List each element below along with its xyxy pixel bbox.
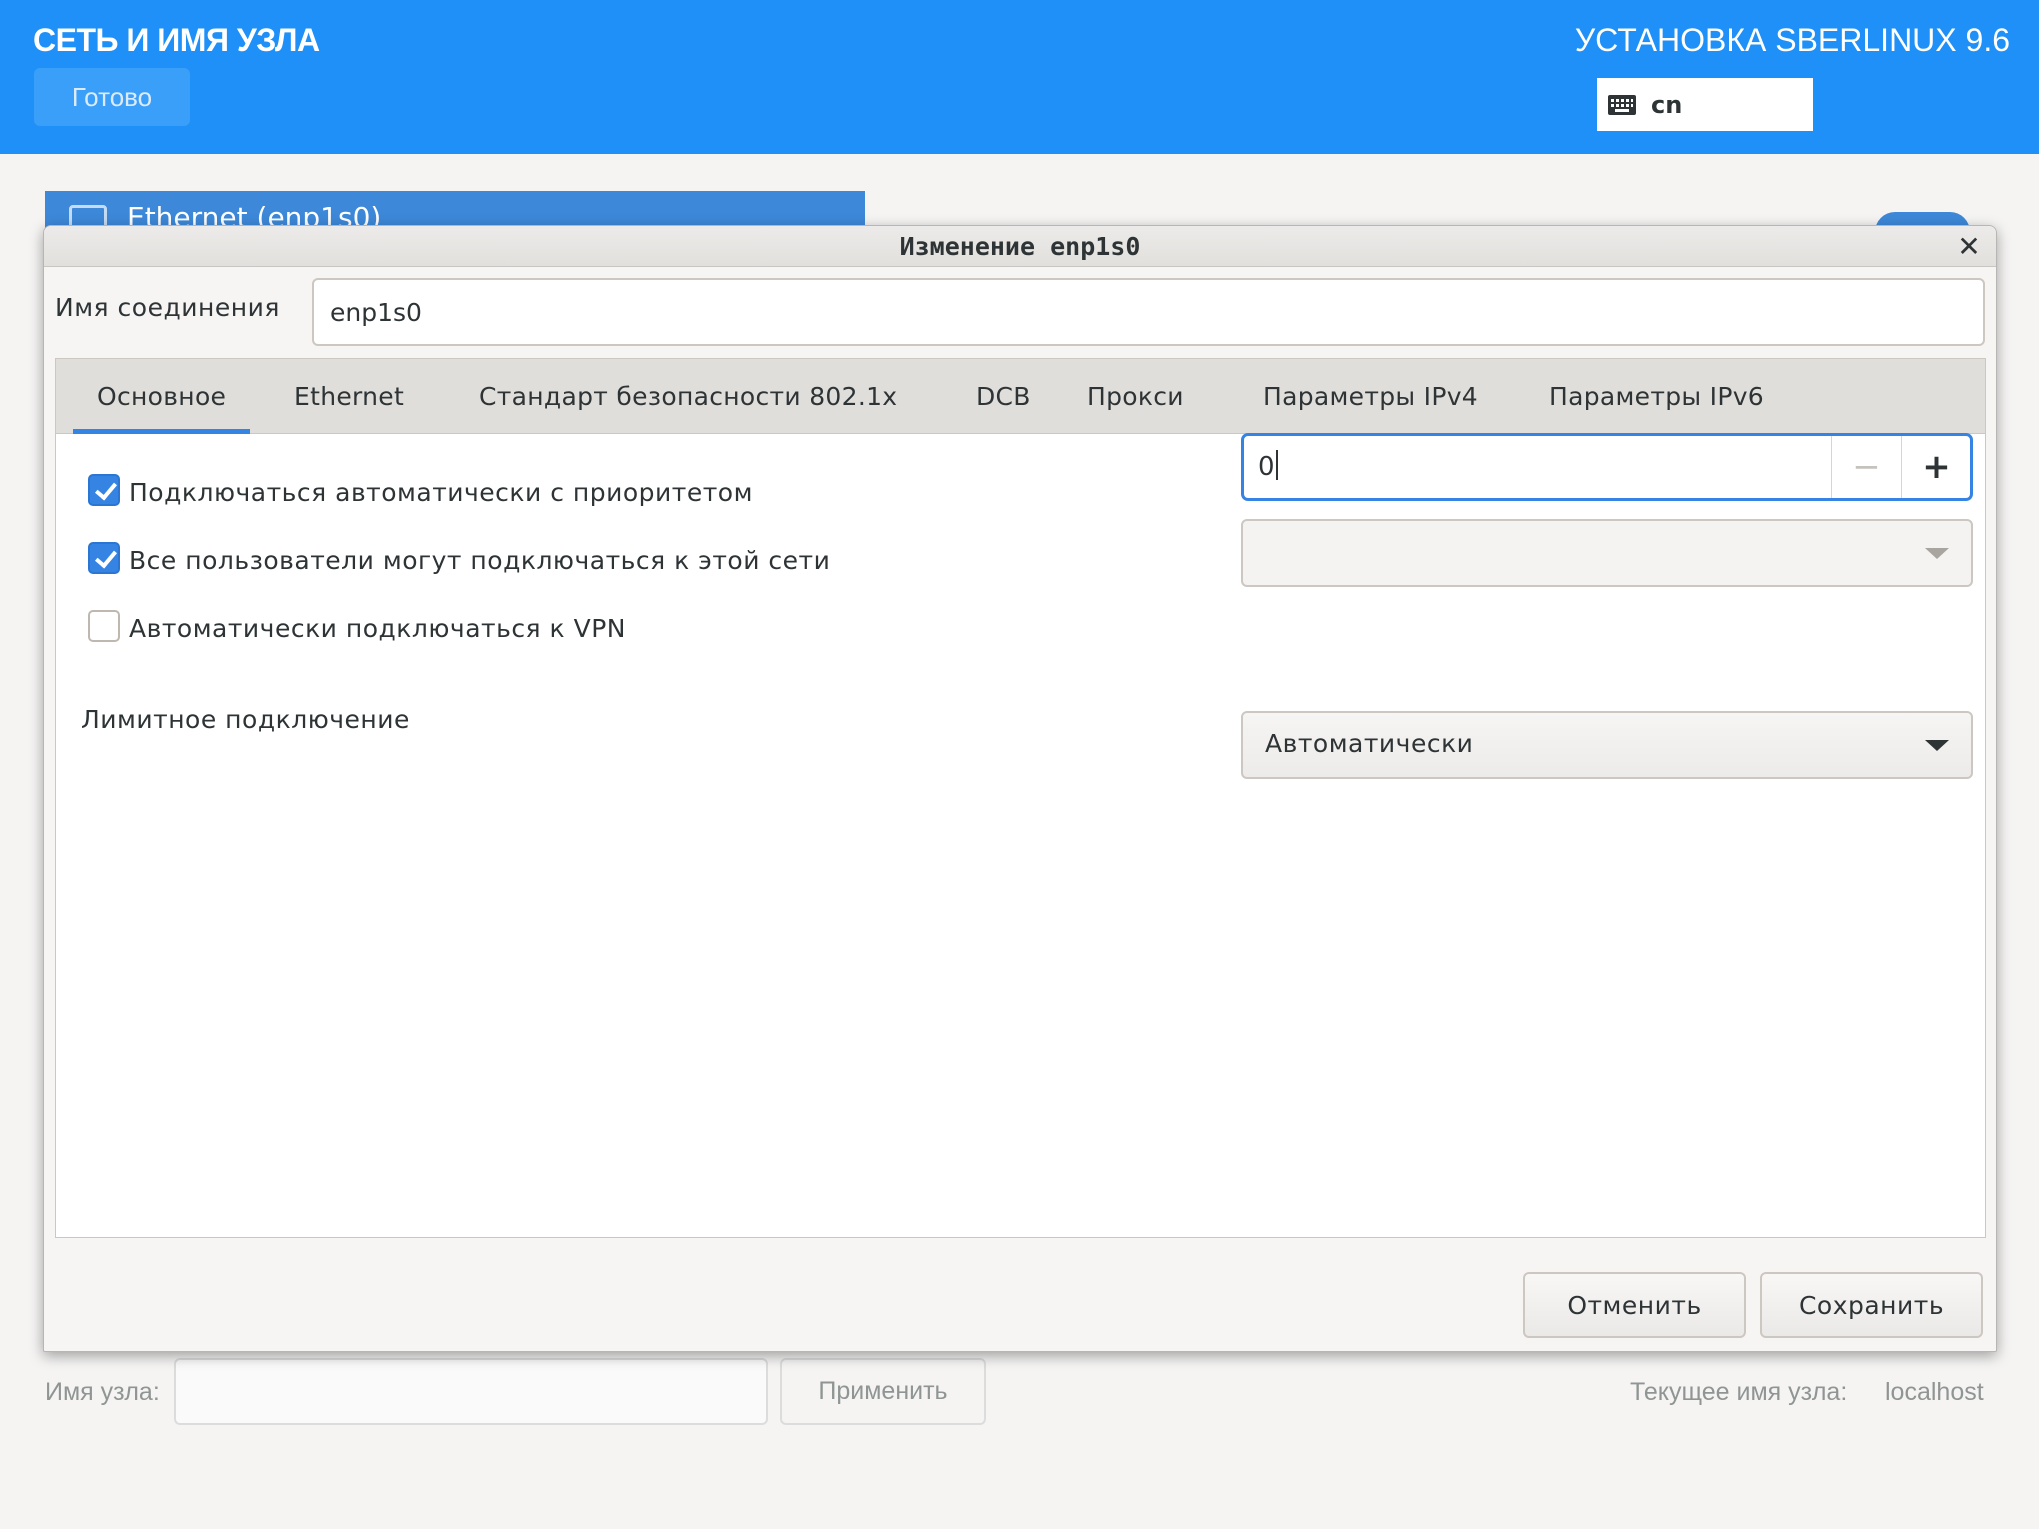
tab-ipv4-settings[interactable]: Параметры IPv4 <box>1263 359 1478 434</box>
keyboard-layout-indicator[interactable]: cn <box>1597 78 1813 131</box>
tab-8021x-security[interactable]: Стандарт безопасности 802.1x <box>479 359 897 434</box>
edit-connection-dialog: Изменение enp1s0 ✕ Имя соединения Основн… <box>43 225 1997 1352</box>
chevron-down-icon <box>1925 548 1949 559</box>
chevron-down-icon <box>1925 740 1949 751</box>
auto-vpn-checkbox[interactable] <box>88 610 120 642</box>
metered-connection-value: Автоматически <box>1265 729 1474 758</box>
cancel-button[interactable]: Отменить <box>1523 1272 1746 1338</box>
tab-ethernet[interactable]: Ethernet <box>294 359 404 434</box>
hostname-label: Имя узла: <box>45 1378 160 1406</box>
dialog-title: Изменение enp1s0 <box>899 232 1141 261</box>
save-button[interactable]: Сохранить <box>1760 1272 1983 1338</box>
apply-hostname-button[interactable]: Применить <box>780 1358 986 1425</box>
priority-spinbutton[interactable]: 0 − + <box>1241 433 1973 501</box>
settings-notebook: Основное Ethernet Стандарт безопасности … <box>55 358 1986 1238</box>
keyboard-layout-label: cn <box>1651 90 1683 119</box>
metered-connection-label: Лимитное подключение <box>81 705 410 734</box>
vpn-select[interactable] <box>1241 519 1973 587</box>
all-users-checkbox[interactable] <box>88 542 120 574</box>
priority-value[interactable]: 0 <box>1258 450 1278 482</box>
dialog-titlebar[interactable]: Изменение enp1s0 ✕ <box>44 226 1996 267</box>
metered-connection-select[interactable]: Автоматически <box>1241 711 1973 779</box>
connection-name-input[interactable] <box>312 278 1985 346</box>
tab-bar: Основное Ethernet Стандарт безопасности … <box>56 359 1985 434</box>
done-button[interactable]: Готово <box>34 68 190 126</box>
keyboard-icon <box>1608 94 1636 115</box>
tab-dcb[interactable]: DCB <box>976 359 1031 434</box>
tab-proxy[interactable]: Прокси <box>1087 359 1184 434</box>
installer-header: СЕТЬ И ИМЯ УЗЛА Готово УСТАНОВКА SBERLIN… <box>0 0 2039 154</box>
all-users-label: Все пользователи могут подключаться к эт… <box>129 546 831 575</box>
current-hostname-value: localhost <box>1885 1378 1984 1406</box>
product-title: УСТАНОВКА SBERLINUX 9.6 <box>1574 22 2010 58</box>
close-icon[interactable]: ✕ <box>1954 230 1984 263</box>
hostname-input[interactable] <box>174 1358 768 1425</box>
auto-connect-label: Подключаться автоматически с приоритетом <box>129 478 753 507</box>
connection-name-label: Имя соединения <box>55 293 280 322</box>
increment-icon[interactable]: + <box>1901 436 1971 498</box>
page-title: СЕТЬ И ИМЯ УЗЛА <box>33 22 320 58</box>
tab-ipv6-settings[interactable]: Параметры IPv6 <box>1549 359 1764 434</box>
decrement-icon[interactable]: − <box>1831 436 1901 498</box>
tab-general[interactable]: Основное <box>72 359 251 434</box>
auto-vpn-label: Автоматически подключаться к VPN <box>129 614 626 643</box>
auto-connect-checkbox[interactable] <box>88 474 120 506</box>
current-hostname-label: Текущее имя узла: <box>1630 1378 1848 1406</box>
